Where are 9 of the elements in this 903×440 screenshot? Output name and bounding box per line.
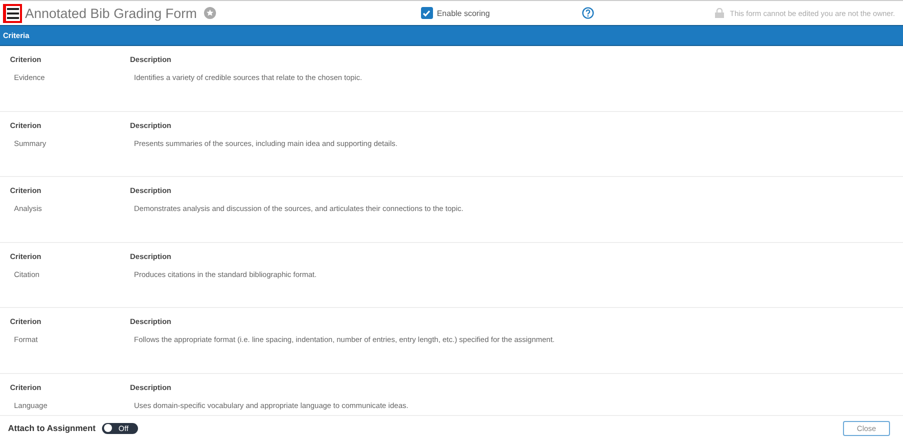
attach-label: Attach to Assignment xyxy=(8,423,96,433)
scoring-label: Enable scoring xyxy=(436,8,490,18)
scoring-checkbox[interactable] xyxy=(420,7,433,19)
menu-icon xyxy=(6,6,20,20)
form-title: Annotated Bib Grading Form xyxy=(25,6,197,20)
star-icon[interactable] xyxy=(204,7,216,19)
menu-button[interactable] xyxy=(3,4,22,22)
lock-icon xyxy=(714,8,724,18)
help-icon[interactable] xyxy=(582,7,594,19)
